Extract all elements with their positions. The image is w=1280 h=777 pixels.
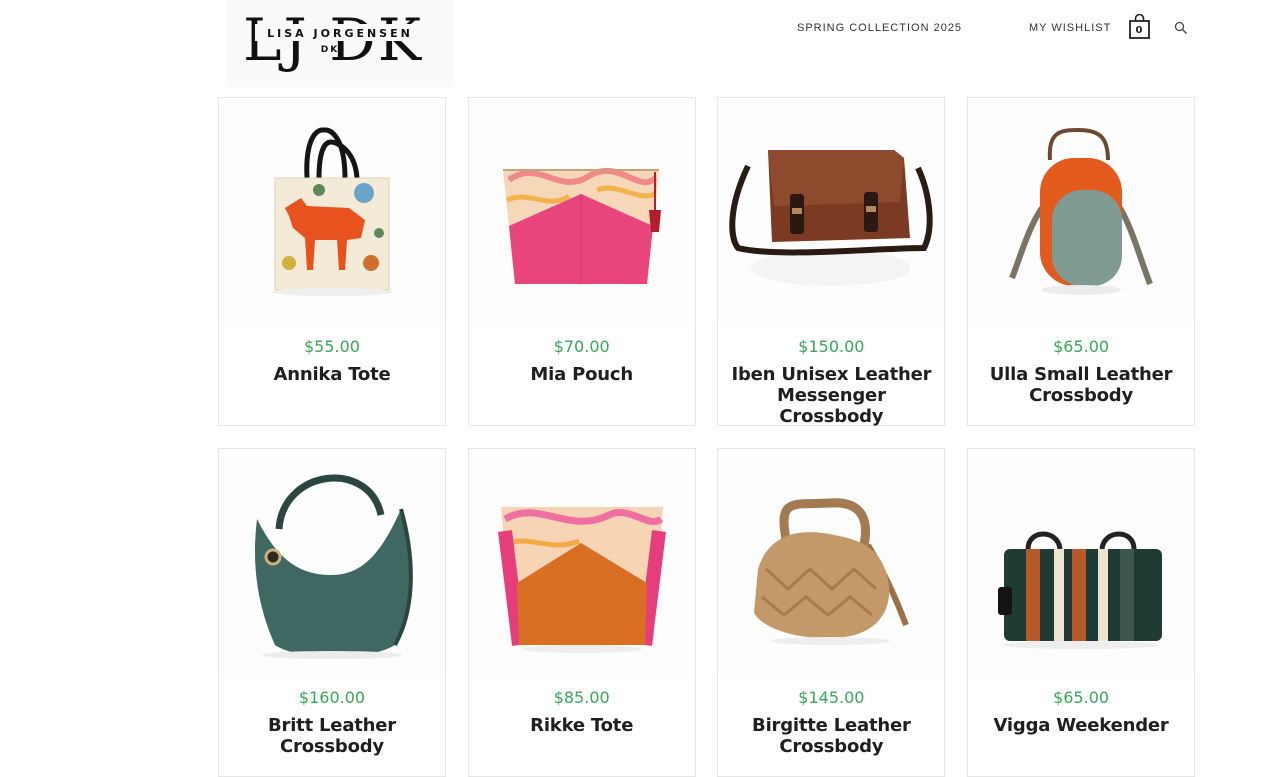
- product-image-canvas-tote[interactable]: [468, 449, 695, 675]
- product-price: $65.00: [1053, 337, 1110, 356]
- nav-spring-collection[interactable]: SPRING COLLECTION 2025: [797, 22, 962, 34]
- product-card[interactable]: $65.00 Vigga Weekender: [967, 448, 1196, 777]
- logo-sub: DK: [321, 45, 339, 55]
- product-card[interactable]: $65.00 Ulla Small Leather Crossbody: [967, 97, 1196, 426]
- product-card[interactable]: $70.00 Mia Pouch: [467, 97, 696, 426]
- product-title[interactable]: Ulla Small Leather Crossbody: [978, 364, 1184, 406]
- product-image-tote[interactable]: [219, 98, 445, 324]
- product-image-small-crossbody[interactable]: [968, 98, 1195, 324]
- product-price: $145.00: [798, 688, 865, 707]
- product-card[interactable]: $55.00 Annika Tote: [218, 97, 446, 426]
- cart-count: 0: [1135, 25, 1143, 36]
- product-price: $150.00: [798, 337, 865, 356]
- product-image-woven-bag[interactable]: [718, 449, 945, 675]
- product-image-pouch[interactable]: [468, 98, 695, 324]
- cart-button[interactable]: 0: [1128, 13, 1152, 40]
- search-icon: [1174, 21, 1187, 34]
- product-image-hobo[interactable]: [219, 449, 445, 675]
- product-title[interactable]: Vigga Weekender: [978, 715, 1184, 736]
- product-title[interactable]: Iben Unisex Leather Messenger Crossbody: [728, 364, 934, 427]
- product-title[interactable]: Annika Tote: [229, 364, 435, 385]
- product-price: $55.00: [304, 337, 360, 356]
- product-card[interactable]: $150.00 Iben Unisex Leather Messenger Cr…: [717, 97, 946, 427]
- product-title[interactable]: Rikke Tote: [479, 715, 685, 736]
- product-card[interactable]: $85.00 Rikke Tote: [467, 448, 696, 777]
- product-grid: $55.00 Annika Tote $70.00 Mia Pouch $150…: [218, 97, 1196, 777]
- search-button[interactable]: [1174, 21, 1188, 35]
- product-card[interactable]: $160.00 Britt Leather Crossbody: [218, 448, 446, 777]
- product-image-weekender[interactable]: [968, 449, 1195, 675]
- logo-name: LISA JORGENSEN: [267, 27, 413, 40]
- product-title[interactable]: Mia Pouch: [479, 364, 685, 385]
- product-price: $65.00: [1053, 688, 1110, 707]
- product-title[interactable]: Britt Leather Crossbody: [229, 715, 435, 757]
- product-image-messenger[interactable]: [718, 98, 945, 324]
- product-title[interactable]: Birgitte Leather Crossbody: [728, 715, 934, 757]
- product-card[interactable]: $145.00 Birgitte Leather Crossbody: [717, 448, 946, 777]
- product-price: $85.00: [553, 688, 610, 707]
- brand-logo[interactable]: LJ DK LISA JORGENSEN DK: [227, 0, 453, 87]
- product-price: $160.00: [298, 688, 366, 707]
- nav-wishlist[interactable]: MY WISHLIST: [1029, 22, 1111, 34]
- product-price: $70.00: [553, 337, 610, 356]
